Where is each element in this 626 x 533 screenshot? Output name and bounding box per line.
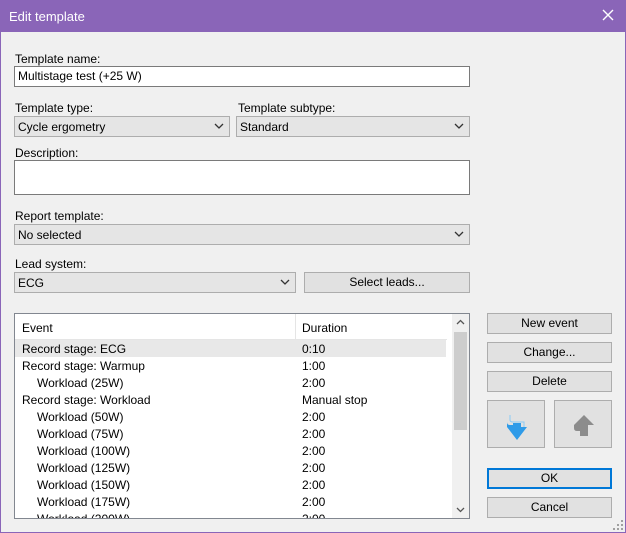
select-leads-label: Select leads...: [349, 275, 425, 289]
event-duration-cell: 2:00: [302, 461, 326, 475]
events-scrollbar[interactable]: [452, 314, 469, 518]
event-name-cell: Workload (50W): [37, 410, 124, 424]
events-list-header: Event Duration: [15, 314, 447, 340]
event-name-cell: Workload (125W): [37, 461, 131, 475]
ok-label: OK: [540, 471, 559, 485]
table-row[interactable]: Workload (100W) 2:00: [15, 442, 446, 459]
event-duration-cell: 2:00: [302, 478, 326, 492]
description-input[interactable]: [14, 160, 470, 195]
table-row[interactable]: Workload (200W) 2:00: [15, 510, 446, 519]
event-duration-cell: 2:00: [302, 427, 326, 441]
table-row[interactable]: Workload (125W) 2:00: [15, 459, 446, 476]
chevron-down-icon: [280, 279, 290, 285]
ok-button[interactable]: OK: [487, 468, 612, 489]
chevron-down-icon: [454, 123, 464, 129]
template-name-label: Template name:: [15, 52, 101, 66]
event-duration-cell: 1:00: [302, 359, 326, 373]
scroll-down-icon[interactable]: [456, 507, 465, 513]
delete-button[interactable]: Delete: [487, 371, 612, 392]
arrow-down-icon: [507, 415, 527, 440]
move-up-button[interactable]: [554, 400, 612, 448]
template-name-value: Multistage test (+25 W): [18, 69, 142, 83]
events-list[interactable]: Event Duration Record stage: ECG 0:10 Reco…: [14, 313, 470, 519]
table-row[interactable]: Workload (25W) 2:00: [15, 374, 446, 391]
edit-template-dialog: Edit template Template name: Multistage …: [0, 0, 626, 533]
title-bar[interactable]: Edit template: [1, 1, 625, 32]
template-subtype-label: Template subtype:: [238, 101, 336, 115]
template-subtype-value: Standard: [240, 120, 289, 134]
column-header-duration[interactable]: Duration: [302, 321, 347, 335]
window-title: Edit template: [9, 9, 85, 24]
cancel-label: Cancel: [530, 500, 569, 514]
table-row[interactable]: Workload (175W) 2:00: [15, 493, 446, 510]
chevron-down-icon: [214, 123, 224, 129]
lead-system-value: ECG: [18, 276, 45, 290]
delete-label: Delete: [532, 374, 567, 388]
template-name-input[interactable]: Multistage test (+25 W): [14, 66, 470, 87]
table-row[interactable]: Record stage: Warmup 1:00: [15, 357, 446, 374]
close-icon[interactable]: [600, 7, 616, 23]
table-row[interactable]: Workload (75W) 2:00: [15, 425, 446, 442]
report-template-select[interactable]: No selected: [14, 224, 470, 245]
lead-system-select[interactable]: ECG: [14, 272, 296, 293]
event-name-cell: Record stage: Workload: [22, 393, 151, 407]
template-type-select[interactable]: Cycle ergometry: [14, 116, 230, 137]
lead-system-label: Lead system:: [15, 257, 87, 271]
event-duration-cell: 2:00: [302, 376, 326, 390]
arrow-up-icon: [574, 415, 594, 436]
table-row[interactable]: Record stage: Workload Manual stop: [15, 391, 446, 408]
event-name-cell: Workload (75W): [37, 427, 124, 441]
change-label: Change...: [523, 345, 576, 359]
report-template-label: Report template:: [15, 209, 104, 223]
new-event-label: New event: [521, 316, 578, 330]
event-name-cell: Workload (100W): [37, 444, 131, 458]
template-type-value: Cycle ergometry: [18, 120, 106, 134]
select-leads-button[interactable]: Select leads...: [304, 272, 470, 293]
column-header-event[interactable]: Event: [22, 321, 53, 335]
scrollbar-thumb[interactable]: [454, 332, 467, 430]
template-type-label: Template type:: [15, 101, 94, 115]
chevron-down-icon: [454, 231, 464, 237]
change-button[interactable]: Change...: [487, 342, 612, 363]
report-template-value: No selected: [18, 228, 82, 242]
event-name-cell: Workload (150W): [37, 478, 131, 492]
event-name-cell: Workload (175W): [37, 495, 131, 509]
event-duration-cell: 2:00: [302, 495, 326, 509]
event-duration-cell: Manual stop: [302, 393, 368, 407]
event-duration-cell: 2:00: [302, 410, 326, 424]
move-down-button[interactable]: [487, 400, 545, 448]
event-name-cell: Workload (25W): [37, 376, 124, 390]
event-name-cell: Record stage: ECG: [22, 342, 127, 356]
event-duration-cell: 0:10: [302, 342, 326, 356]
event-duration-cell: 2:00: [302, 512, 326, 519]
table-row[interactable]: Workload (150W) 2:00: [15, 476, 446, 493]
new-event-button[interactable]: New event: [487, 313, 612, 334]
resize-grip-icon[interactable]: [613, 520, 623, 530]
event-name-cell: Record stage: Warmup: [22, 359, 145, 373]
table-row[interactable]: Record stage: ECG 0:10: [15, 340, 446, 357]
scroll-up-icon[interactable]: [456, 319, 465, 325]
template-subtype-select[interactable]: Standard: [236, 116, 470, 137]
cancel-button[interactable]: Cancel: [487, 497, 612, 518]
event-name-cell: Workload (200W): [37, 512, 131, 519]
column-divider[interactable]: [295, 314, 296, 339]
table-row[interactable]: Workload (50W) 2:00: [15, 408, 446, 425]
description-label: Description:: [15, 146, 79, 160]
event-duration-cell: 2:00: [302, 444, 326, 458]
